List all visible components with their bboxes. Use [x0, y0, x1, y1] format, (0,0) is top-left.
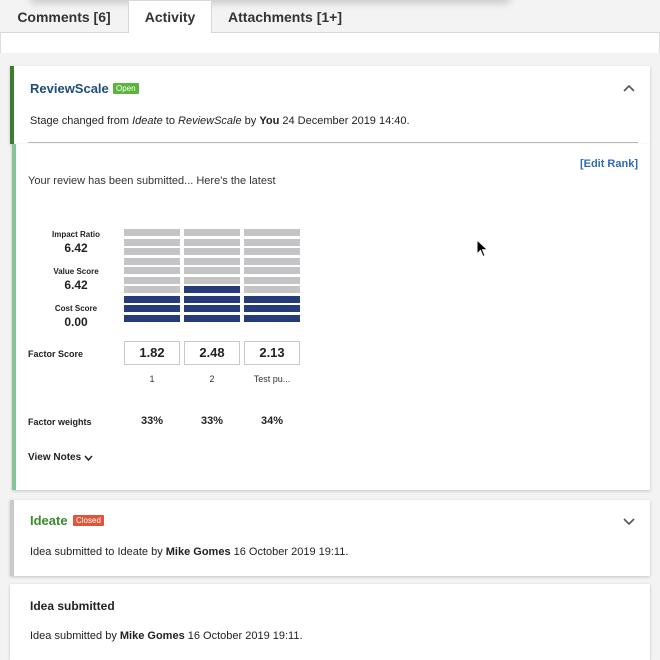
stage-ideate-prefix: Idea submitted to Ideate by: [30, 546, 166, 558]
stage-change-by: by: [241, 115, 260, 127]
view-notes-toggle[interactable]: View Notes: [28, 452, 93, 463]
impact-ratio-label: Impact Ratio: [51, 230, 100, 239]
bar-segment: [124, 295, 180, 303]
bar-segment: [184, 267, 240, 274]
bar-segment: [184, 248, 240, 255]
tab-activity[interactable]: Activity: [128, 0, 212, 34]
activity-submitted-text: Idea submitted by Mike Gomes 16 October …: [30, 630, 303, 642]
divider: [28, 142, 638, 143]
bar-segment: [244, 305, 300, 312]
stage-from: Ideate: [132, 115, 163, 127]
mouse-cursor-icon: [476, 239, 489, 258]
stage-status-bar: [10, 500, 14, 576]
factor-name: Test pu...: [253, 374, 291, 384]
factor-score-label: Factor Score: [28, 349, 84, 359]
stage-title: Ideate: [30, 513, 68, 528]
bar-segment: [244, 248, 300, 255]
cost-score-value: 0.00: [64, 315, 88, 329]
bar-segment: [124, 257, 180, 265]
stage-card-ideate: Ideate Closed Idea submitted to Ideate b…: [10, 500, 650, 576]
bar-segment: [244, 229, 300, 236]
factor-weight: 33%: [200, 415, 224, 427]
edit-rank-link[interactable]: [Edit Rank]: [580, 158, 638, 170]
factor-weights-label: Factor weights: [28, 417, 92, 427]
value-score-label: Value Score: [53, 267, 99, 276]
factor-weight: 33%: [140, 415, 164, 427]
bar-segment: [184, 238, 240, 246]
factor-name: 1: [149, 374, 155, 384]
bar-segment: [184, 229, 240, 236]
bar-segment: [244, 295, 300, 303]
review-message: Your review has been submitted... Here's…: [28, 175, 276, 187]
factor-name: 2: [209, 374, 215, 384]
bar-segment: [244, 238, 300, 246]
stage-author: You: [259, 115, 280, 127]
bar-segment: [184, 314, 240, 322]
stage-ideate-text: Idea submitted to Ideate by Mike Gomes 1…: [30, 546, 348, 558]
status-badge-open: Open: [113, 83, 139, 94]
stage-change-prefix: Stage changed from: [30, 115, 133, 127]
bar-segment: [184, 305, 240, 312]
stage-ideate-author: Mike Gomes: [165, 546, 231, 558]
view-notes-label: View Notes: [28, 452, 82, 463]
stage-title: ReviewScale: [30, 81, 109, 96]
stage-ideate-date: 16 October 2019 19:11.: [230, 546, 349, 558]
activity-submitted-author: Mike Gomes: [119, 630, 185, 642]
stage-change-text: Stage changed from Ideate to ReviewScale…: [30, 115, 410, 127]
factor-score-box: 2.13: [244, 341, 300, 365]
factor-weight: 34%: [260, 415, 284, 427]
factor-score-box: 1.82: [124, 341, 180, 365]
bar-segment: [124, 229, 180, 236]
bar-segment: [124, 238, 180, 246]
tab-comments[interactable]: Comments [6]: [0, 0, 128, 33]
bar-segment: [124, 286, 180, 293]
bar-segment: [124, 305, 180, 312]
bar-segment: [244, 276, 300, 284]
impact-ratio-value: 6.42: [64, 241, 88, 255]
bar-segment: [184, 295, 240, 303]
stage-card-reviewscale: ReviewScale Open Stage changed from Idea…: [10, 66, 650, 144]
stage-status-bar: [10, 66, 14, 144]
chevron-up-icon[interactable]: [623, 84, 635, 92]
tab-bar: Comments [6] Activity Attachments [1+]: [0, 0, 660, 34]
activity-card-submitted: Idea submitted Idea submitted by Mike Go…: [10, 584, 650, 660]
chevron-down-icon: [84, 455, 93, 461]
activity-title: Idea submitted: [30, 599, 115, 613]
bar-segment: [124, 314, 180, 322]
bar-segment: [244, 257, 300, 265]
bar-segment: [184, 286, 240, 293]
activity-submitted-date: 16 October 2019 19:11.: [184, 630, 303, 642]
status-badge-closed: Closed: [73, 515, 104, 526]
stage-to: ReviewScale: [178, 115, 242, 127]
bar-segment: [124, 267, 180, 274]
bar-segment: [124, 248, 180, 255]
cost-score-label: Cost Score: [54, 304, 98, 313]
bar-segment: [244, 267, 300, 274]
bar-segment: [184, 276, 240, 284]
bar-segment: [244, 314, 300, 322]
factor-score-box: 2.48: [184, 341, 240, 365]
stage-date: 24 December 2019 14:40.: [279, 115, 410, 127]
tab-attachments[interactable]: Attachments [1+]: [212, 0, 358, 33]
review-status-bar: [12, 144, 16, 490]
tab-content-top: [0, 33, 660, 53]
review-panel: [Edit Rank] Your review has been submitt…: [12, 144, 650, 490]
bar-segment: [124, 276, 180, 284]
chevron-down-icon[interactable]: [623, 518, 635, 526]
activity-panel: Comments [6] Activity Attachments [1+] R…: [0, 0, 660, 660]
activity-submitted-prefix: Idea submitted by: [30, 630, 120, 642]
bar-segment: [184, 257, 240, 265]
bar-segment: [244, 286, 300, 293]
value-score-value: 6.42: [64, 278, 88, 292]
stage-change-to: to: [162, 115, 179, 127]
